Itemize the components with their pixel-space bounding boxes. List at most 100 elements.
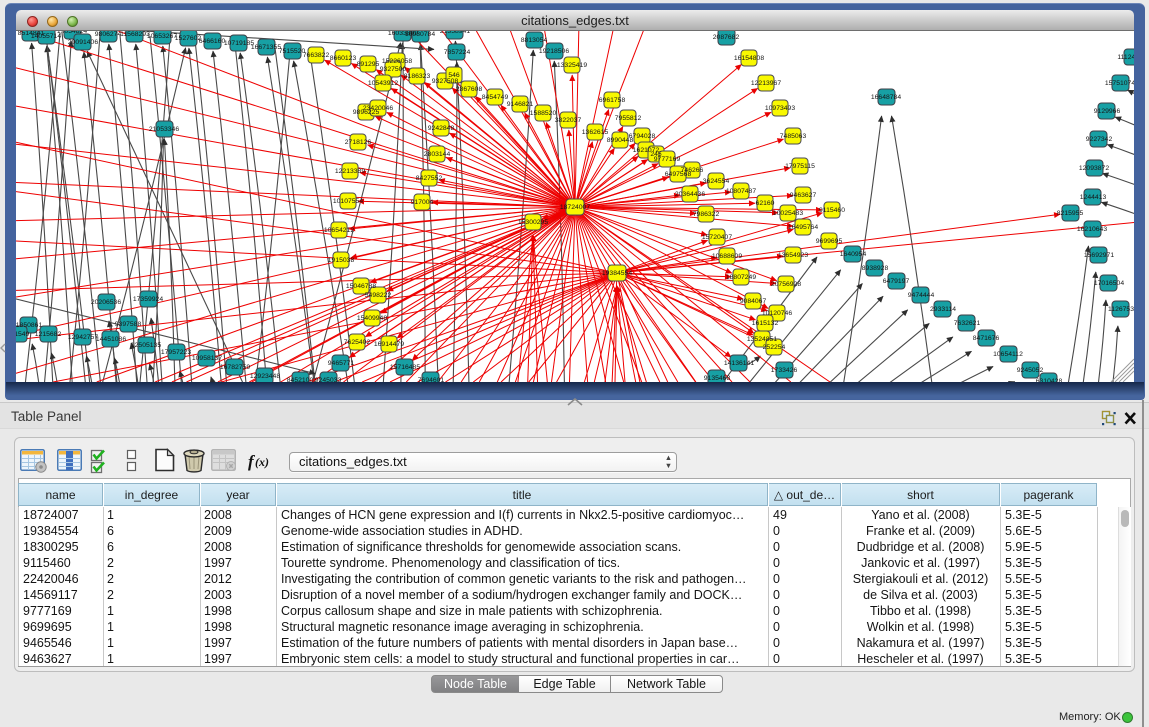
svg-text:8660123: 8660123 xyxy=(330,55,357,62)
svg-text:20091406: 20091406 xyxy=(68,39,98,46)
svg-text:10107554: 10107554 xyxy=(333,198,363,205)
svg-text:10807487: 10807487 xyxy=(726,188,756,195)
svg-text:7857224: 7857224 xyxy=(444,49,471,56)
svg-text:7986322: 7986322 xyxy=(693,211,720,218)
svg-text:9245033: 9245033 xyxy=(315,377,342,382)
svg-text:7955812: 7955812 xyxy=(615,115,642,122)
svg-text:8427552: 8427552 xyxy=(416,175,443,182)
svg-text:21358941: 21358941 xyxy=(440,31,470,35)
svg-text:10025483: 10025483 xyxy=(773,210,803,217)
svg-text:18807249: 18807249 xyxy=(726,274,756,281)
svg-text:16495764: 16495764 xyxy=(788,224,818,231)
svg-text:17957223: 17957223 xyxy=(161,349,191,356)
svg-text:16671355: 16671355 xyxy=(251,44,281,51)
svg-text:12093872: 12093872 xyxy=(1079,165,1109,172)
svg-text:1527602: 1527602 xyxy=(175,35,202,42)
svg-text:9327500: 9327500 xyxy=(380,66,407,73)
svg-text:6310428: 6310428 xyxy=(1036,378,1063,382)
svg-text:11124047: 11124047 xyxy=(1117,54,1134,61)
svg-text:9245052: 9245052 xyxy=(1017,367,1044,374)
svg-text:9465771: 9465771 xyxy=(328,360,355,367)
svg-text:891295: 891295 xyxy=(357,61,380,68)
svg-text:5498222: 5498222 xyxy=(365,292,392,299)
svg-text:6479197: 6479197 xyxy=(883,278,910,285)
svg-text:10958137: 10958137 xyxy=(192,355,222,362)
svg-text:8938928: 8938928 xyxy=(862,265,889,272)
svg-text:17016504: 17016504 xyxy=(1094,280,1124,287)
svg-text:10654112: 10654112 xyxy=(993,351,1023,358)
svg-text:7515520: 7515520 xyxy=(279,48,306,55)
svg-text:546: 546 xyxy=(448,72,460,79)
svg-text:9135468: 9135468 xyxy=(704,375,731,382)
svg-text:19218506: 19218506 xyxy=(539,48,569,55)
svg-text:2933114: 2933114 xyxy=(930,306,956,313)
svg-text:13325419: 13325419 xyxy=(557,62,587,69)
svg-text:15692971: 15692971 xyxy=(1084,252,1114,259)
svg-text:8215955: 8215955 xyxy=(1057,210,1084,217)
svg-text:18724007: 18724007 xyxy=(560,204,590,211)
svg-text:23420046: 23420046 xyxy=(363,105,393,112)
svg-text:917004: 917004 xyxy=(411,199,434,206)
svg-text:8452100: 8452100 xyxy=(287,377,314,382)
svg-text:20364436: 20364436 xyxy=(675,191,705,198)
svg-text:9463627: 9463627 xyxy=(790,192,817,199)
svg-text:17359924: 17359924 xyxy=(133,296,163,303)
svg-text:10688609: 10688609 xyxy=(712,253,742,260)
svg-text:10973493: 10973493 xyxy=(765,105,795,112)
svg-text:15720407: 15720407 xyxy=(702,234,732,241)
svg-text:1850861: 1850861 xyxy=(16,322,42,329)
svg-text:16782759: 16782759 xyxy=(220,364,250,371)
svg-text:2718126: 2718126 xyxy=(345,139,372,146)
svg-text:6497568: 6497568 xyxy=(665,171,692,178)
svg-text:14451086: 14451086 xyxy=(96,336,126,343)
svg-text:10654212: 10654212 xyxy=(324,227,354,234)
svg-text:10120746: 10120746 xyxy=(762,310,792,317)
svg-text:7485063: 7485063 xyxy=(780,133,807,140)
svg-text:6466160: 6466160 xyxy=(199,38,226,45)
svg-text:6961758: 6961758 xyxy=(599,97,626,104)
svg-text:20206536: 20206536 xyxy=(91,299,121,306)
svg-text:9327508: 9327508 xyxy=(432,78,459,85)
svg-text:7663822: 7663822 xyxy=(303,52,330,59)
svg-text:252254: 252254 xyxy=(763,344,786,351)
svg-text:7694601: 7694601 xyxy=(418,377,445,382)
svg-text:9227342: 9227342 xyxy=(1086,136,1113,143)
svg-text:15409948: 15409948 xyxy=(357,315,387,322)
svg-text:8813054: 8813054 xyxy=(521,37,548,44)
svg-text:13654923: 13654923 xyxy=(778,252,808,259)
svg-text:9146821: 9146821 xyxy=(507,101,534,108)
svg-text:15751074: 15751074 xyxy=(1105,80,1134,87)
svg-text:7632621: 7632621 xyxy=(954,320,981,327)
svg-text:12505135: 12505135 xyxy=(131,342,161,349)
svg-text:21053346: 21053346 xyxy=(149,126,179,133)
svg-text:16648784: 16648784 xyxy=(871,94,901,101)
svg-text:8471676: 8471676 xyxy=(973,335,1000,342)
svg-text:9242848: 9242848 xyxy=(428,125,455,132)
svg-text:391549: 391549 xyxy=(16,331,30,338)
svg-text:(x): (x) xyxy=(255,455,269,469)
svg-text:7625402: 7625402 xyxy=(344,339,371,346)
svg-text:2803144: 2803144 xyxy=(424,151,451,158)
svg-text:6794028: 6794028 xyxy=(629,133,656,140)
svg-text:9397588: 9397588 xyxy=(115,321,142,328)
svg-text:9084067: 9084067 xyxy=(740,298,767,305)
svg-text:1588520: 1588520 xyxy=(530,110,557,117)
svg-text:16154808: 16154808 xyxy=(734,55,764,62)
svg-text:1915038: 1915038 xyxy=(328,257,355,264)
svg-text:15226058: 15226058 xyxy=(382,58,412,65)
svg-text:2087682: 2087682 xyxy=(713,34,740,41)
svg-text:15300295: 15300295 xyxy=(518,219,548,226)
svg-text:11568293: 11568293 xyxy=(120,31,150,38)
svg-text:9699695: 9699695 xyxy=(816,238,843,245)
svg-text:12213967: 12213967 xyxy=(751,80,781,87)
svg-text:10719185: 10719185 xyxy=(224,40,254,47)
svg-text:1126753: 1126753 xyxy=(1108,306,1134,313)
svg-text:10543912: 10543912 xyxy=(368,80,398,87)
svg-text:20756928: 20756928 xyxy=(771,281,801,288)
svg-text:19054824: 19054824 xyxy=(57,31,87,35)
svg-text:10930784: 10930784 xyxy=(405,31,435,38)
svg-text:12942757: 12942757 xyxy=(68,334,98,341)
svg-text:9806274: 9806274 xyxy=(95,31,122,38)
svg-text:3624554: 3624554 xyxy=(703,178,730,185)
svg-text:1615132: 1615132 xyxy=(752,320,779,327)
